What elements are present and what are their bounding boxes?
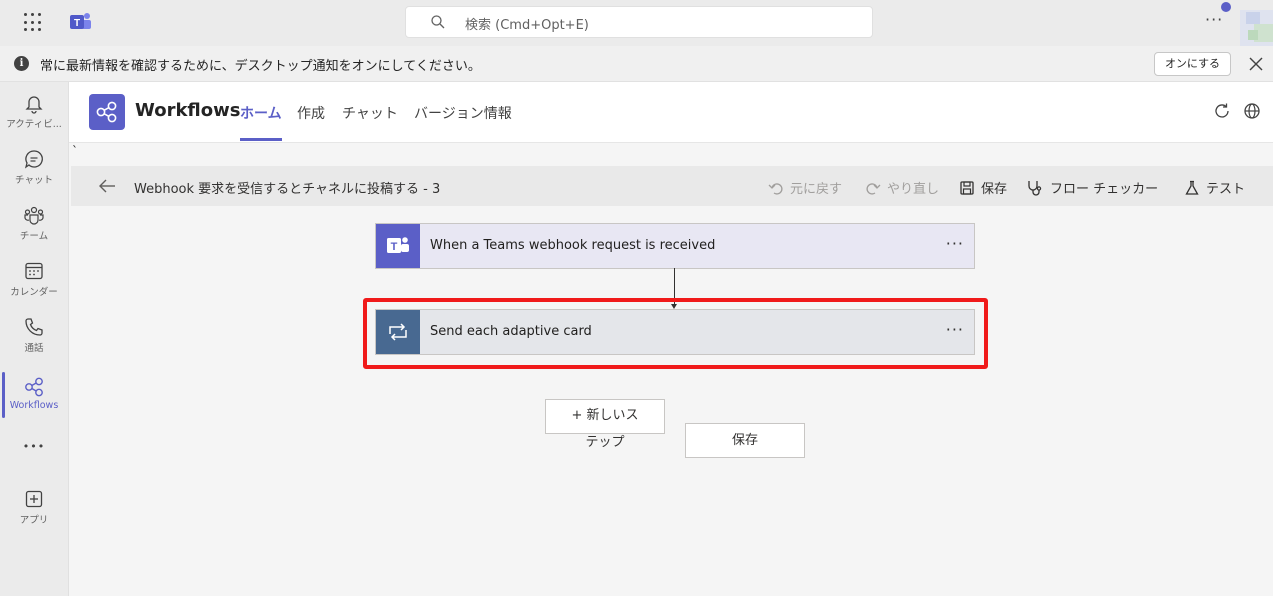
- flow-title: Webhook 要求を受信するとチャネルに投稿する - 3: [134, 182, 441, 197]
- globe-icon[interactable]: [1243, 102, 1261, 120]
- undo-button[interactable]: 元に戻す: [768, 178, 842, 197]
- search-icon: [431, 15, 445, 29]
- turn-on-button[interactable]: オンにする: [1154, 52, 1231, 76]
- rail-item-calls[interactable]: 通話: [0, 316, 68, 354]
- left-rail: アクティビ... チャット チーム カレンダー 通話 Workflows •••…: [0, 82, 68, 596]
- redo-button[interactable]: やり直し: [865, 178, 939, 197]
- rail-item-calendar[interactable]: カレンダー: [0, 260, 68, 298]
- rail-item-activity[interactable]: アクティビ...: [0, 92, 68, 130]
- search-input[interactable]: 検索 (Cmd+Opt+E): [405, 6, 873, 38]
- trigger-step-card[interactable]: T When a Teams webhook request is receiv…: [375, 223, 975, 269]
- close-icon[interactable]: [1249, 57, 1263, 71]
- main-content: Workflows ホーム 作成 チャット バージョン情報 ` Webhook …: [68, 82, 1273, 596]
- app-launcher-icon[interactable]: [24, 13, 44, 33]
- teams-icon: T: [376, 224, 420, 268]
- new-step-button[interactable]: + 新しいステップ: [545, 399, 665, 450]
- rail-label-apps: アプリ: [19, 515, 49, 526]
- save-icon: [960, 180, 974, 195]
- undo-icon: [768, 182, 783, 195]
- flask-icon: [1185, 180, 1199, 195]
- bell-icon: [25, 96, 43, 114]
- rail-item-chat[interactable]: チャット: [0, 148, 68, 186]
- rail-label-workflows: Workflows: [9, 400, 59, 411]
- refresh-icon[interactable]: [1213, 102, 1231, 120]
- workflows-icon: [25, 377, 43, 397]
- search-placeholder: 検索 (Cmd+Opt+E): [465, 18, 589, 33]
- stethoscope-icon: [1028, 180, 1042, 196]
- title-bar: T 検索 (Cmd+Opt+E) ···: [0, 0, 1273, 46]
- step-more-icon[interactable]: ···: [946, 234, 964, 253]
- notification-bar: i 常に最新情報を確認するために、デスクトップ通知をオンにしてください。 オンに…: [0, 46, 1273, 82]
- svg-text:T: T: [74, 18, 80, 29]
- trigger-step-title: When a Teams webhook request is received: [430, 238, 716, 253]
- app-header: Workflows ホーム 作成 チャット バージョン情報: [69, 82, 1273, 143]
- tab-chat[interactable]: チャット: [342, 103, 398, 123]
- redo-label: やり直し: [887, 182, 940, 197]
- save-command[interactable]: 保存: [959, 178, 1007, 197]
- tab-home[interactable]: ホーム: [240, 103, 282, 141]
- rail-label-activity: アクティビ...: [6, 119, 62, 130]
- chat-icon: [24, 150, 43, 169]
- rail-item-apps[interactable]: アプリ: [0, 488, 68, 526]
- svg-text:T: T: [391, 241, 398, 253]
- rail-label-calls: 通話: [24, 343, 44, 354]
- teams-icon: [24, 206, 44, 225]
- flow-command-bar: Webhook 要求を受信するとチャネルに投稿する - 3 元に戻す やり直し …: [71, 166, 1273, 206]
- flow-checker-label: フロー チェッカー: [1050, 182, 1159, 197]
- save-button[interactable]: 保存: [685, 423, 805, 458]
- teams-logo-icon: T: [70, 13, 91, 29]
- status-dot: [1221, 2, 1231, 12]
- back-arrow-icon[interactable]: [97, 176, 117, 196]
- more-apps-icon[interactable]: •••: [0, 440, 68, 453]
- tab-create[interactable]: 作成: [297, 103, 325, 123]
- test-button[interactable]: テスト: [1184, 178, 1245, 197]
- flow-checker-button[interactable]: フロー チェッカー: [1026, 178, 1158, 197]
- redo-icon: [866, 182, 881, 195]
- workflows-app-icon: [89, 94, 125, 130]
- more-options-icon[interactable]: ···: [1205, 10, 1223, 29]
- stray-character: `: [72, 144, 78, 158]
- calendar-icon: [25, 262, 43, 280]
- phone-icon: [25, 318, 43, 336]
- rail-item-workflows[interactable]: Workflows: [0, 372, 68, 418]
- rail-item-teams[interactable]: チーム: [0, 204, 68, 242]
- undo-label: 元に戻す: [790, 182, 843, 197]
- rail-label-calendar: カレンダー: [10, 287, 58, 298]
- info-icon: i: [14, 56, 29, 71]
- new-step-label: + 新しいステップ: [571, 408, 639, 450]
- rail-label-teams: チーム: [19, 231, 49, 242]
- save-command-label: 保存: [981, 182, 1008, 197]
- add-apps-icon: [25, 490, 43, 508]
- highlight-box: [363, 298, 988, 369]
- tab-about[interactable]: バージョン情報: [414, 103, 512, 123]
- test-label: テスト: [1206, 182, 1246, 197]
- notification-message: 常に最新情報を確認するために、デスクトップ通知をオンにしてください。: [40, 59, 481, 74]
- app-name: Workflows: [135, 100, 241, 121]
- avatar[interactable]: [1234, 2, 1273, 46]
- rail-label-chat: チャット: [15, 175, 53, 186]
